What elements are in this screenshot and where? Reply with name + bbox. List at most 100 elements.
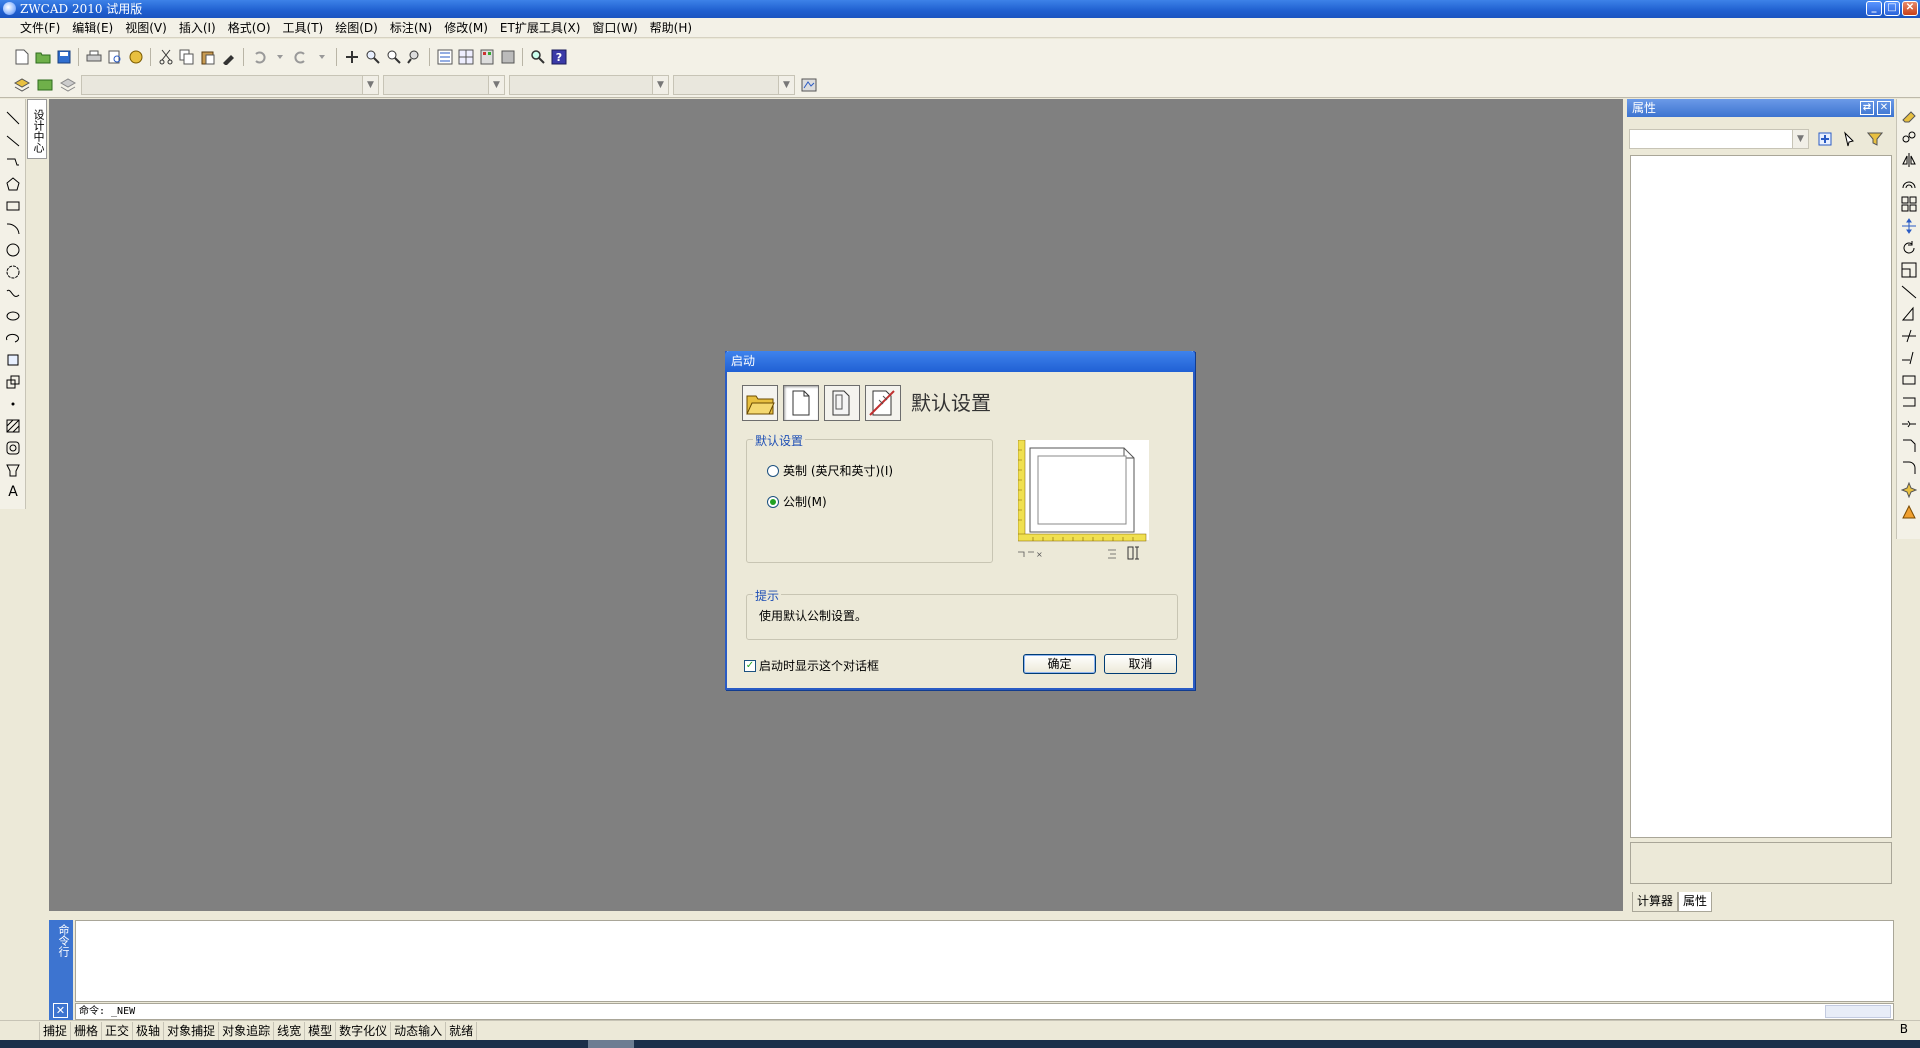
minimize-button[interactable]: _ — [1866, 1, 1882, 16]
metric-radio[interactable] — [767, 495, 779, 508]
menu-tools[interactable]: 工具(T) — [277, 18, 330, 37]
new-file-icon[interactable] — [12, 47, 31, 66]
tab-properties[interactable]: 属性 — [1678, 892, 1713, 912]
region-icon[interactable] — [4, 439, 22, 457]
menu-et-tools[interactable]: ET扩展工具(X) — [494, 18, 587, 37]
tool-palettes-icon[interactable] — [477, 47, 496, 66]
copy-object-icon[interactable] — [1900, 129, 1918, 147]
status-tablet[interactable]: 数字化仪 — [336, 1021, 392, 1040]
start-from-scratch-button[interactable] — [783, 385, 819, 421]
close-icon[interactable]: ✕ — [1877, 101, 1891, 115]
horizontal-scrollbar[interactable] — [1825, 1005, 1891, 1018]
layer-dropdown[interactable]: ▼ — [81, 75, 379, 95]
join-icon[interactable] — [1900, 415, 1918, 433]
extend-icon[interactable] — [1900, 349, 1918, 367]
tab-calculator[interactable]: 计算器 — [1632, 892, 1679, 912]
layer-state-icon[interactable] — [35, 76, 54, 95]
array-icon[interactable] — [1900, 195, 1918, 213]
fillet-icon[interactable] — [1900, 459, 1918, 477]
trim-icon[interactable] — [1900, 327, 1918, 345]
status-model[interactable]: 模型 — [305, 1021, 337, 1040]
properties-icon[interactable] — [435, 47, 454, 66]
save-icon[interactable] — [54, 47, 73, 66]
move-icon[interactable] — [1900, 217, 1918, 235]
explode-icon[interactable] — [1900, 481, 1918, 499]
design-center-icon[interactable] — [456, 47, 475, 66]
table-icon[interactable] — [4, 461, 22, 479]
search-icon[interactable] — [528, 47, 547, 66]
polygon-icon[interactable] — [4, 175, 22, 193]
show-on-startup-checkbox[interactable]: ✓ — [744, 659, 756, 672]
color-dropdown[interactable]: ▼ — [383, 75, 505, 95]
menu-view[interactable]: 视图(V) — [119, 18, 173, 37]
zoom-previous-icon[interactable] — [405, 47, 424, 66]
metric-option[interactable]: 公制(M) — [767, 493, 827, 510]
status-dynamic-input[interactable]: 动态输入 — [391, 1021, 447, 1040]
status-otrack[interactable]: 对象追踪 — [219, 1021, 275, 1040]
object-type-dropdown[interactable]: ▼ — [1629, 129, 1809, 149]
imperial-option[interactable]: 英制 (英尺和英寸)(I) — [767, 462, 893, 479]
revision-cloud-icon[interactable] — [4, 263, 22, 281]
break-at-point-icon[interactable] — [1900, 393, 1918, 411]
rotate-icon[interactable] — [1900, 239, 1918, 257]
menu-dimension[interactable]: 标注(N) — [384, 18, 438, 37]
menu-format[interactable]: 格式(O) — [222, 18, 277, 37]
spline-icon[interactable] — [4, 285, 22, 303]
status-ortho[interactable]: 正交 — [102, 1021, 134, 1040]
ellipse-arc-icon[interactable] — [4, 329, 22, 347]
cancel-button[interactable]: 取消 — [1104, 654, 1177, 674]
status-snap[interactable]: 捕捉 — [40, 1021, 72, 1040]
menu-help[interactable]: 帮助(H) — [644, 18, 698, 37]
menu-insert[interactable]: 插入(I) — [173, 18, 222, 37]
match-properties-icon[interactable] — [219, 47, 238, 66]
close-icon[interactable]: ✕ — [53, 1003, 68, 1018]
paste-icon[interactable] — [198, 47, 217, 66]
use-template-button[interactable] — [824, 385, 860, 421]
menu-window[interactable]: 窗口(W) — [586, 18, 643, 37]
circle-icon[interactable] — [4, 241, 22, 259]
make-block-icon[interactable] — [4, 373, 22, 391]
chevron-down-icon[interactable] — [312, 47, 331, 66]
toggle-pickadd-icon[interactable] — [1815, 130, 1834, 149]
design-center-tab[interactable]: 设计中心 — [27, 99, 47, 159]
menu-draw[interactable]: 绘图(D) — [329, 18, 384, 37]
cut-icon[interactable] — [156, 47, 175, 66]
status-polar[interactable]: 极轴 — [133, 1021, 165, 1040]
help-icon[interactable]: ? — [549, 47, 568, 66]
chevron-down-icon[interactable] — [270, 47, 289, 66]
erase-icon[interactable] — [1900, 107, 1918, 125]
status-grid[interactable]: 栅格 — [71, 1021, 103, 1040]
show-on-startup-option[interactable]: ✓ 启动时显示这个对话框 — [744, 657, 879, 674]
plot-style-icon[interactable] — [799, 76, 818, 95]
offset-icon[interactable] — [1900, 173, 1918, 191]
zoom-realtime-icon[interactable] — [363, 47, 382, 66]
status-lineweight[interactable]: 线宽 — [274, 1021, 306, 1040]
status-osnap[interactable]: 对象捕捉 — [164, 1021, 220, 1040]
break-icon[interactable] — [1900, 371, 1918, 389]
pedit-icon[interactable] — [1900, 503, 1918, 521]
print-icon[interactable] — [84, 47, 103, 66]
open-file-icon[interactable] — [33, 47, 52, 66]
auto-hide-icon[interactable]: ⇄ — [1860, 101, 1874, 115]
rectangle-icon[interactable] — [4, 197, 22, 215]
point-icon[interactable] — [4, 395, 22, 413]
stretch-icon[interactable] — [1900, 283, 1918, 301]
scale-icon[interactable] — [1900, 261, 1918, 279]
pan-icon[interactable] — [342, 47, 361, 66]
hatch-icon[interactable] — [4, 417, 22, 435]
mirror-icon[interactable] — [1900, 151, 1918, 169]
ellipse-icon[interactable] — [4, 307, 22, 325]
sheet-set-icon[interactable] — [498, 47, 517, 66]
menu-file[interactable]: 文件(F) — [14, 18, 66, 37]
construction-line-icon[interactable] — [4, 131, 22, 149]
polyline-icon[interactable] — [4, 153, 22, 171]
command-history[interactable] — [75, 920, 1894, 1002]
ok-button[interactable]: 确定 — [1023, 654, 1096, 674]
command-input[interactable]: 命令: _NEW — [75, 1003, 1894, 1020]
taskbar-button[interactable] — [588, 1040, 634, 1048]
arc-icon[interactable] — [4, 219, 22, 237]
print-preview-icon[interactable] — [105, 47, 124, 66]
select-objects-icon[interactable] — [1840, 130, 1859, 149]
redo-icon[interactable] — [291, 47, 310, 66]
use-wizard-button[interactable] — [865, 385, 901, 421]
